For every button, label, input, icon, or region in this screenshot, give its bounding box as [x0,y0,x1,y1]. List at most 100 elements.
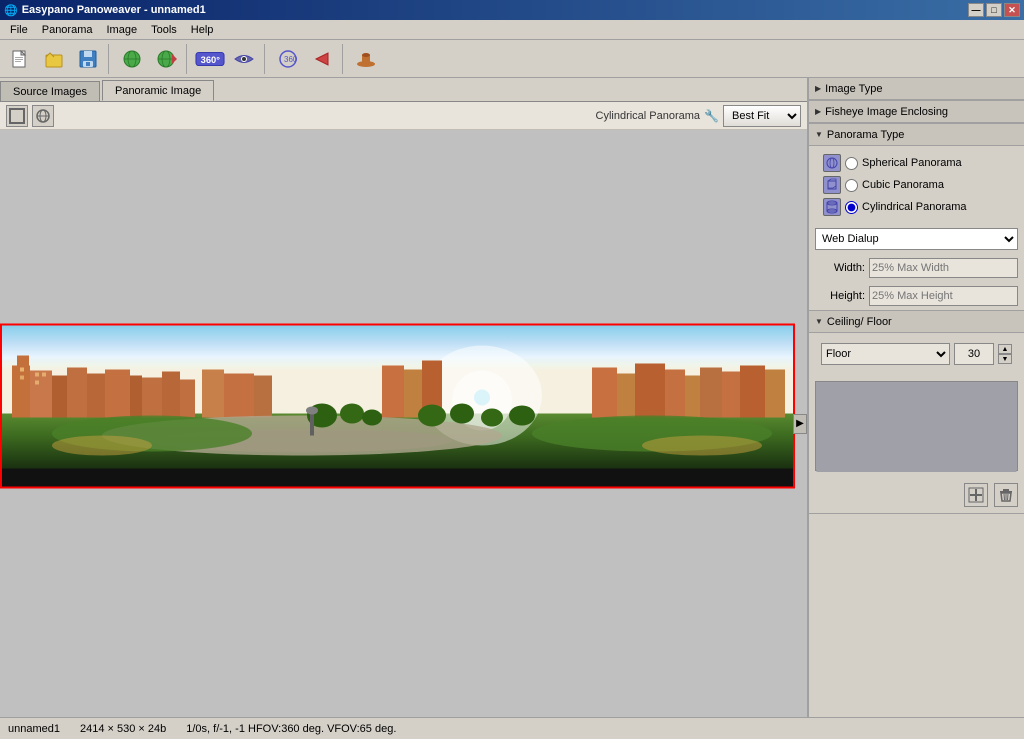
cylindrical-label: Cylindrical Panorama [862,201,967,213]
menu-image[interactable]: Image [101,22,144,38]
360-deg-button[interactable]: 360 [272,43,304,75]
fit-label: Cylindrical Panorama [596,110,701,122]
tab-source-images[interactable]: Source Images [0,81,100,101]
ceiling-floor-header[interactable]: ▼ Ceiling/ Floor [809,311,1024,333]
image-type-label: Image Type [825,83,882,95]
ceiling-floor-select[interactable]: Floor Ceiling [821,343,950,365]
save-button[interactable] [72,43,104,75]
panorama-type-label: Panorama Type [827,129,904,141]
width-input[interactable] [869,258,1018,278]
minimize-button[interactable]: — [968,3,984,17]
panel-icon-row [809,477,1024,513]
height-row: Height: [809,282,1024,310]
titlebar-left: 🌐 Easypano Panoweaver - unnamed1 [4,4,206,17]
left-panel: Source Images Panoramic Image Cylindrica… [0,78,809,717]
cylindrical-panorama-row: Cylindrical Panorama [815,196,1018,218]
spherical-radio[interactable] [845,157,858,170]
panorama-image [0,323,795,488]
canvas-toolbar: Cylindrical Panorama 🔧 Best Fit Fit Widt… [0,102,807,130]
status-params: 1/0s, f/-1, -1 HFOV:360 deg. VFOV:65 deg… [186,723,396,735]
ceiling-floor-row: Floor Ceiling ▲ ▼ [815,339,1018,369]
canvas-tool-rect[interactable] [6,105,28,127]
open-button[interactable] [38,43,70,75]
cubic-label: Cubic Panorama [862,179,944,191]
ceiling-floor-arrow: ▼ [815,317,823,326]
spherical-label: Spherical Panorama [862,157,962,169]
fisheye-header[interactable]: ▶ Fisheye Image Enclosing [809,101,1024,123]
titlebar-controls: — □ ✕ [968,3,1020,17]
panorama-type-content: Spherical Panorama Cubic Panorama [809,146,1024,224]
menu-tools[interactable]: Tools [145,22,183,38]
cubic-icon [823,176,841,194]
fisheye-label: Fisheye Image Enclosing [825,106,948,118]
status-filename: unnamed1 [8,723,60,735]
image-type-header[interactable]: ▶ Image Type [809,78,1024,100]
toolbar-separator-1 [108,44,112,74]
fit-dropdown[interactable]: Best Fit Fit Width Fit Height 100% [723,105,801,127]
panorama-type-arrow: ▼ [815,130,823,139]
canvas-scroll-arrow[interactable]: ▶ [793,414,807,434]
svg-text:360°: 360° [201,54,221,64]
spin-down[interactable]: ▼ [998,354,1012,364]
image-type-section: ▶ Image Type [809,78,1024,101]
width-row: Width: [809,254,1024,282]
height-label: Height: [815,290,865,302]
arrow-button[interactable] [306,43,338,75]
globe-button-1[interactable] [116,43,148,75]
fisheye-arrow: ▶ [815,107,821,116]
titlebar: 🌐 Easypano Panoweaver - unnamed1 — □ ✕ [0,0,1024,20]
image-preview [815,381,1018,471]
new-button[interactable] [4,43,36,75]
panorama-type-section: ▼ Panorama Type Spherical Panorama [809,124,1024,311]
quality-dropdown[interactable]: Web Dialup Web Broadband High Quality Be… [815,228,1018,250]
globe-button-2[interactable] [150,43,182,75]
delete-icon-button[interactable] [994,483,1018,507]
hat-button[interactable] [350,43,382,75]
tab-panoramic-image[interactable]: Panoramic Image [102,80,214,101]
cubic-panorama-row: Cubic Panorama [815,174,1018,196]
panorama-svg [2,325,795,488]
ceiling-floor-content: Floor Ceiling ▲ ▼ [809,333,1024,375]
cylindrical-radio[interactable] [845,201,858,214]
fisheye-section: ▶ Fisheye Image Enclosing [809,101,1024,124]
ceiling-floor-spinner: ▲ ▼ [998,344,1012,364]
app-icon: 🌐 [4,4,18,17]
toolbar-separator-3 [264,44,268,74]
app-title: Easypano Panoweaver - unnamed1 [22,4,206,16]
spin-up[interactable]: ▲ [998,344,1012,354]
image-type-arrow: ▶ [815,84,821,93]
spherical-panorama-row: Spherical Panorama [815,152,1018,174]
ceiling-floor-section: ▼ Ceiling/ Floor Floor Ceiling ▲ ▼ [809,311,1024,514]
preview-svg [816,382,1017,472]
canvas-tools-left [6,105,54,127]
maximize-button[interactable]: □ [986,3,1002,17]
main-area: Source Images Panoramic Image Cylindrica… [0,78,1024,717]
canvas-area: ▶ [0,130,807,717]
toolbar-separator-4 [342,44,346,74]
menu-help[interactable]: Help [185,22,220,38]
ceiling-floor-label: Ceiling/ Floor [827,316,892,328]
ceiling-floor-value[interactable] [954,343,994,365]
menubar: File Panorama Image Tools Help [0,20,1024,40]
statusbar: unnamed1 2414 × 530 × 24b 1/0s, f/-1, -1… [0,717,1024,739]
eye-button[interactable] [228,43,260,75]
add-icon-button[interactable] [964,483,988,507]
fit-wrench-icon: 🔧 [704,109,719,123]
spherical-icon [823,154,841,172]
right-panel: ▶ Image Type ▶ Fisheye Image Enclosing ▼… [809,78,1024,717]
toolbar: 360° 360 [0,40,1024,78]
tab-bar: Source Images Panoramic Image [0,78,807,102]
360-view-button[interactable]: 360° [194,43,226,75]
toolbar-separator-2 [186,44,190,74]
quality-row: Web Dialup Web Broadband High Quality Be… [809,224,1024,254]
width-label: Width: [815,262,865,274]
svg-text:360: 360 [284,55,298,64]
canvas-tool-sphere[interactable] [32,105,54,127]
menu-file[interactable]: File [4,22,34,38]
panorama-type-header[interactable]: ▼ Panorama Type [809,124,1024,146]
cubic-radio[interactable] [845,179,858,192]
status-dimensions: 2414 × 530 × 24b [80,723,166,735]
height-input[interactable] [869,286,1018,306]
menu-panorama[interactable]: Panorama [36,22,99,38]
close-button[interactable]: ✕ [1004,3,1020,17]
